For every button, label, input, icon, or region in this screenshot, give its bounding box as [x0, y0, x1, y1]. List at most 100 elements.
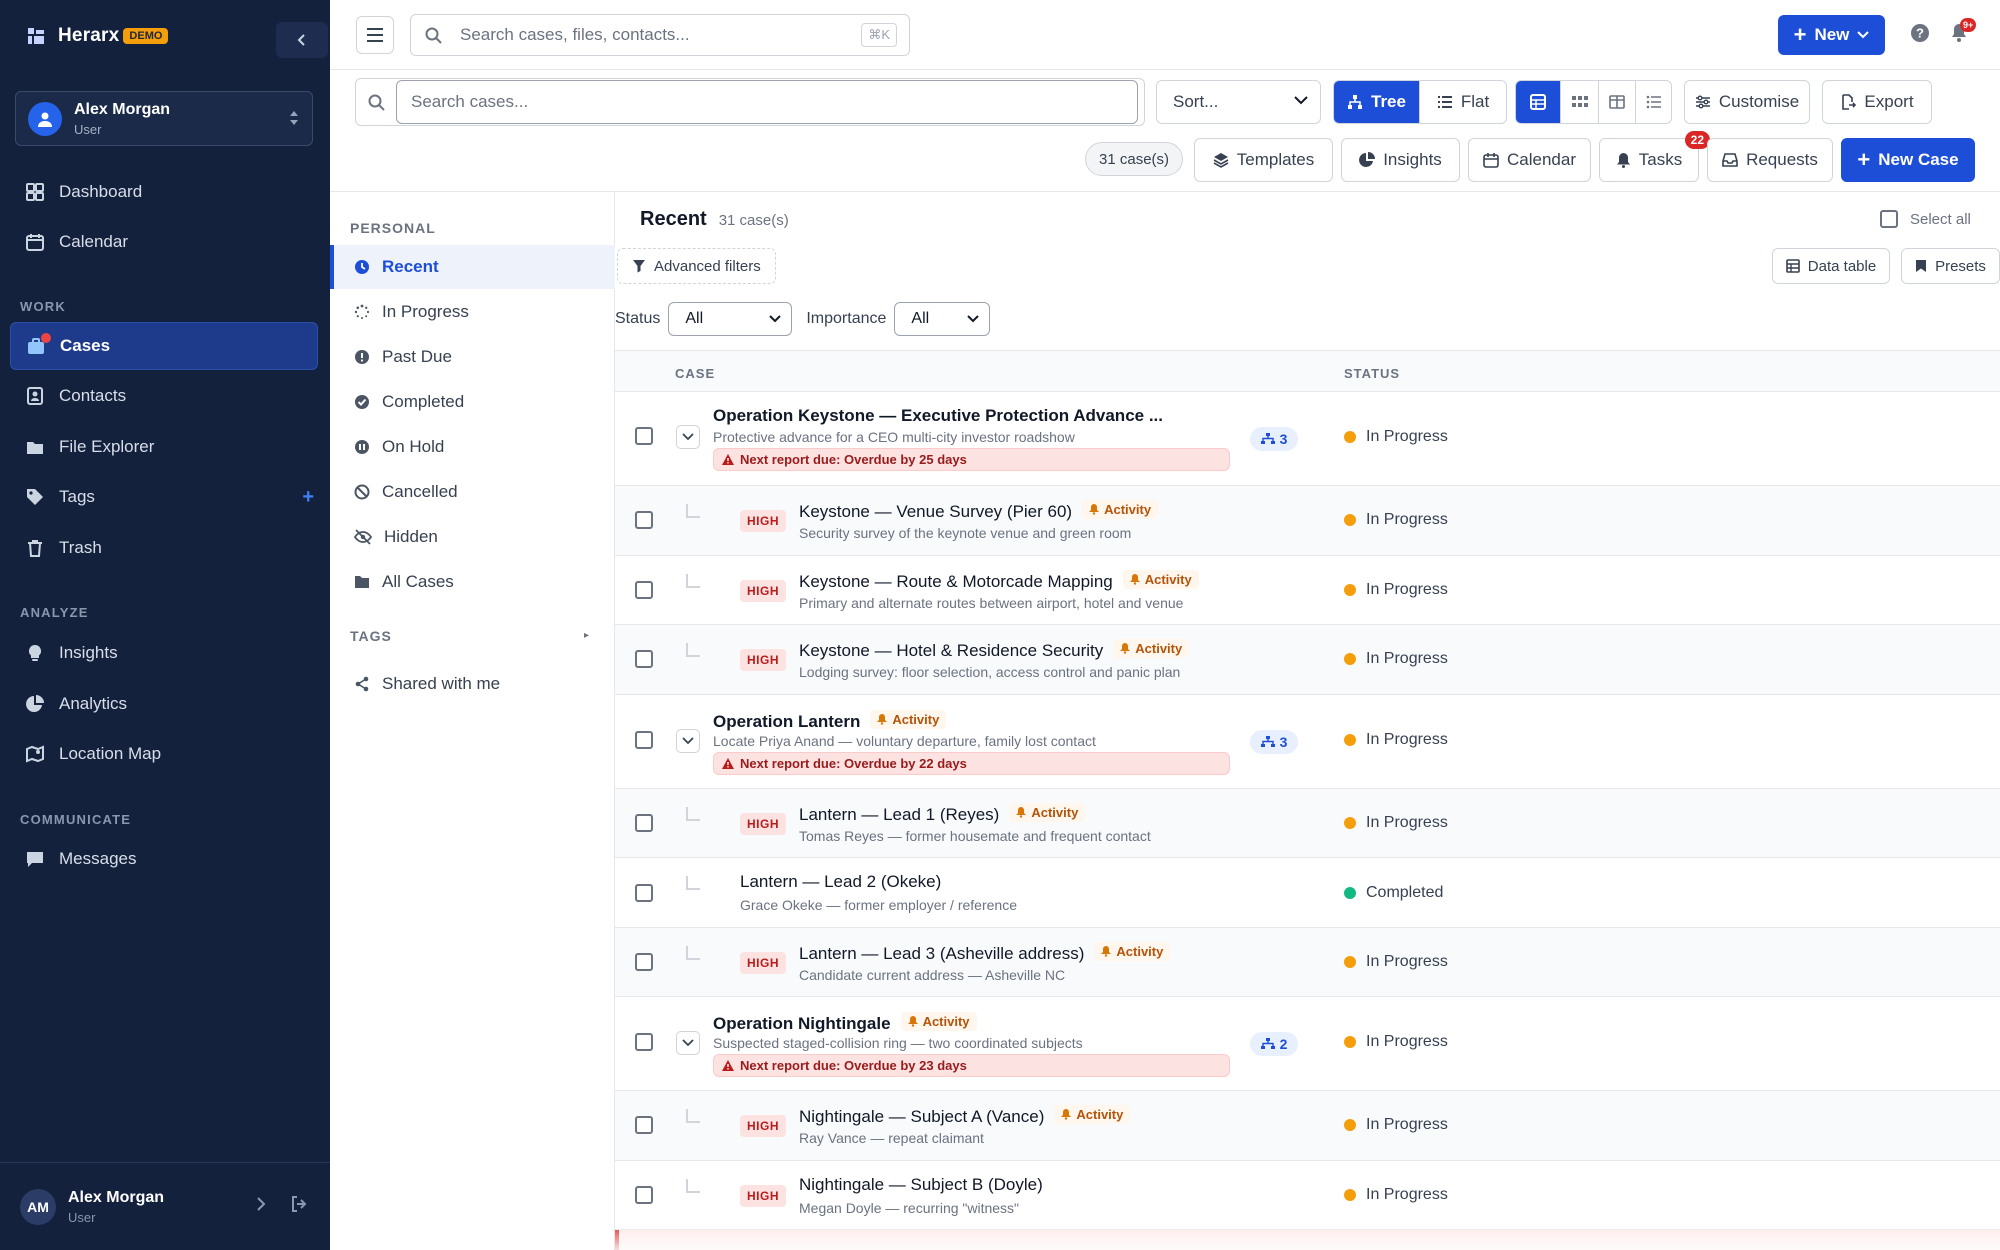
nav-insights[interactable]: Insights [10, 629, 318, 677]
case-title[interactable]: Nightingale — Subject B (Doyle) [799, 1175, 1043, 1195]
advanced-filters-button[interactable]: Advanced filters [617, 248, 776, 284]
table-row[interactable]: HIGH Keystone — Hotel & Residence Securi… [615, 625, 2000, 695]
calendar-button[interactable]: Calendar [1468, 138, 1591, 182]
table-row[interactable]: HIGH Lantern — Lead 3 (Asheville address… [615, 928, 2000, 997]
case-title[interactable]: Keystone — Venue Survey (Pier 60) Activit… [799, 500, 1159, 522]
table-layout-button[interactable] [1516, 81, 1562, 123]
filter-completed[interactable]: Completed [330, 380, 615, 424]
nav-messages[interactable]: Messages [10, 835, 318, 883]
expand-button[interactable] [676, 425, 700, 449]
row-checkbox[interactable] [635, 1186, 653, 1204]
row-checkbox[interactable] [635, 731, 653, 749]
table-row[interactable]: Operation Keystone — Executive Protectio… [615, 392, 2000, 486]
menu-button[interactable] [356, 16, 394, 54]
notifications-button[interactable]: 9+ [1950, 18, 1977, 47]
expand-tags-icon[interactable]: ▸ [584, 630, 589, 641]
collapse-sidebar-button[interactable] [276, 22, 328, 58]
nav-calendar[interactable]: Calendar [10, 218, 318, 266]
new-case-button[interactable]: + New Case [1841, 138, 1975, 182]
templates-button[interactable]: Templates [1194, 138, 1333, 182]
case-title[interactable]: Lantern — Lead 2 (Okeke) [740, 872, 941, 892]
nav-dashboard[interactable]: Dashboard [10, 168, 318, 216]
row-checkbox[interactable] [635, 814, 653, 832]
avatar[interactable]: AM [20, 1188, 56, 1225]
filter-past-due[interactable]: Past Due [330, 335, 615, 379]
data-table-button[interactable]: Data table [1772, 248, 1890, 284]
table-row[interactable]: HIGH Keystone — Route & Motorcade Mappin… [615, 556, 2000, 625]
compact-layout-button[interactable] [1636, 81, 1671, 123]
subcase-count[interactable]: 3 [1250, 427, 1298, 451]
row-checkbox[interactable] [635, 511, 653, 529]
select-all[interactable]: Select all [1880, 210, 1971, 228]
filter-shared-with-me[interactable]: Shared with me [330, 662, 615, 706]
case-title[interactable]: Operation Lantern Activity [713, 710, 947, 732]
case-title[interactable]: Lantern — Lead 3 (Asheville address) Acti… [799, 942, 1171, 964]
table-row[interactable]: HIGH Lantern — Lead 1 (Reyes) Activity To… [615, 789, 2000, 858]
sort-select[interactable]: Sort... [1156, 80, 1321, 124]
requests-button[interactable]: Requests [1707, 138, 1833, 182]
filter-in-progress[interactable]: In Progress [330, 290, 615, 334]
bell-icon [1616, 153, 1630, 168]
table-row[interactable]: HIGH Nightingale — Subject A (Vance) Acti… [615, 1091, 2000, 1161]
help-icon[interactable]: ? [1910, 23, 1930, 43]
row-checkbox[interactable] [635, 1116, 653, 1134]
table-row[interactable]: HIGH Nightingale — Subject B (Doyle) Meg… [615, 1161, 2000, 1230]
expand-button[interactable] [676, 729, 700, 753]
board-layout-button[interactable] [1599, 81, 1637, 123]
nav-file-explorer[interactable]: File Explorer [10, 423, 318, 471]
column-case[interactable]: CASE [675, 366, 715, 381]
select-all-checkbox[interactable] [1880, 210, 1898, 228]
filter-all-cases[interactable]: All Cases [330, 560, 615, 604]
nav-trash[interactable]: Trash [10, 524, 318, 572]
flat-view-button[interactable]: Flat [1420, 81, 1506, 123]
subcase-count[interactable]: 2 [1250, 1032, 1298, 1056]
nav-analytics[interactable]: Analytics [10, 680, 318, 728]
activity-label: Activity [1116, 944, 1164, 959]
case-title[interactable]: Operation Nightingale Activity [713, 1012, 977, 1034]
logout-icon[interactable] [290, 1195, 308, 1213]
add-tag-icon[interactable]: + [302, 486, 314, 509]
importance-filter-select[interactable]: All [894, 302, 991, 336]
row-checkbox[interactable] [635, 650, 653, 668]
export-button[interactable]: Export [1822, 80, 1932, 124]
case-title[interactable]: Keystone — Hotel & Residence Security Act… [799, 639, 1190, 661]
eye-off-icon [354, 529, 372, 545]
filter-on-hold[interactable]: On Hold [330, 425, 615, 469]
table-row[interactable]: Operation Lantern Activity Locate Priya A… [615, 695, 2000, 789]
row-checkbox[interactable] [635, 581, 653, 599]
column-status[interactable]: STATUS [1344, 366, 1400, 381]
row-checkbox[interactable] [635, 427, 653, 445]
brand[interactable]: Herarx DEMO [24, 24, 169, 48]
filter-recent[interactable]: Recent [330, 245, 615, 289]
chevron-right-icon[interactable] [254, 1195, 268, 1213]
row-checkbox[interactable] [635, 953, 653, 971]
table-row[interactable]: HIGH Keystone — Venue Survey (Pier 60) Ac… [615, 486, 2000, 556]
case-title[interactable]: Lantern — Lead 1 (Reyes) Activity [799, 803, 1086, 825]
row-checkbox[interactable] [635, 884, 653, 902]
tasks-button[interactable]: Tasks 22 [1599, 131, 1710, 182]
grid-layout-button[interactable] [1561, 81, 1599, 123]
global-search-input[interactable]: Search cases, files, contacts... ⌘K [410, 14, 910, 56]
filter-cancelled[interactable]: Cancelled [330, 470, 615, 514]
nav-tags[interactable]: Tags + [10, 473, 318, 521]
filter-hidden[interactable]: Hidden [330, 515, 615, 559]
tree-view-button[interactable]: Tree [1334, 81, 1420, 123]
case-search-input[interactable]: Search cases... [396, 80, 1138, 124]
case-title[interactable]: Nightingale — Subject A (Vance) Activity [799, 1105, 1131, 1127]
table-row[interactable]: Lantern — Lead 2 (Okeke) Grace Okeke — f… [615, 858, 2000, 928]
expand-button[interactable] [676, 1031, 700, 1055]
presets-button[interactable]: Presets [1901, 248, 2000, 284]
table-row[interactable]: Operation Nightingale Activity Suspected … [615, 997, 2000, 1091]
row-checkbox[interactable] [635, 1033, 653, 1051]
new-button[interactable]: + New [1778, 15, 1885, 55]
nav-cases[interactable]: Cases [10, 322, 318, 370]
subcase-count[interactable]: 3 [1250, 730, 1298, 754]
nav-contacts[interactable]: Contacts [10, 372, 318, 420]
customise-button[interactable]: Customise [1684, 80, 1810, 124]
status-filter-select[interactable]: All [668, 302, 793, 336]
nav-location-map[interactable]: Location Map [10, 730, 318, 778]
user-switcher[interactable]: Alex Morgan User [15, 91, 313, 146]
insights-button[interactable]: Insights [1341, 138, 1460, 182]
case-title[interactable]: Keystone — Route & Motorcade Mapping Acti… [799, 570, 1199, 592]
case-title[interactable]: Operation Keystone — Executive Protectio… [713, 406, 1163, 426]
